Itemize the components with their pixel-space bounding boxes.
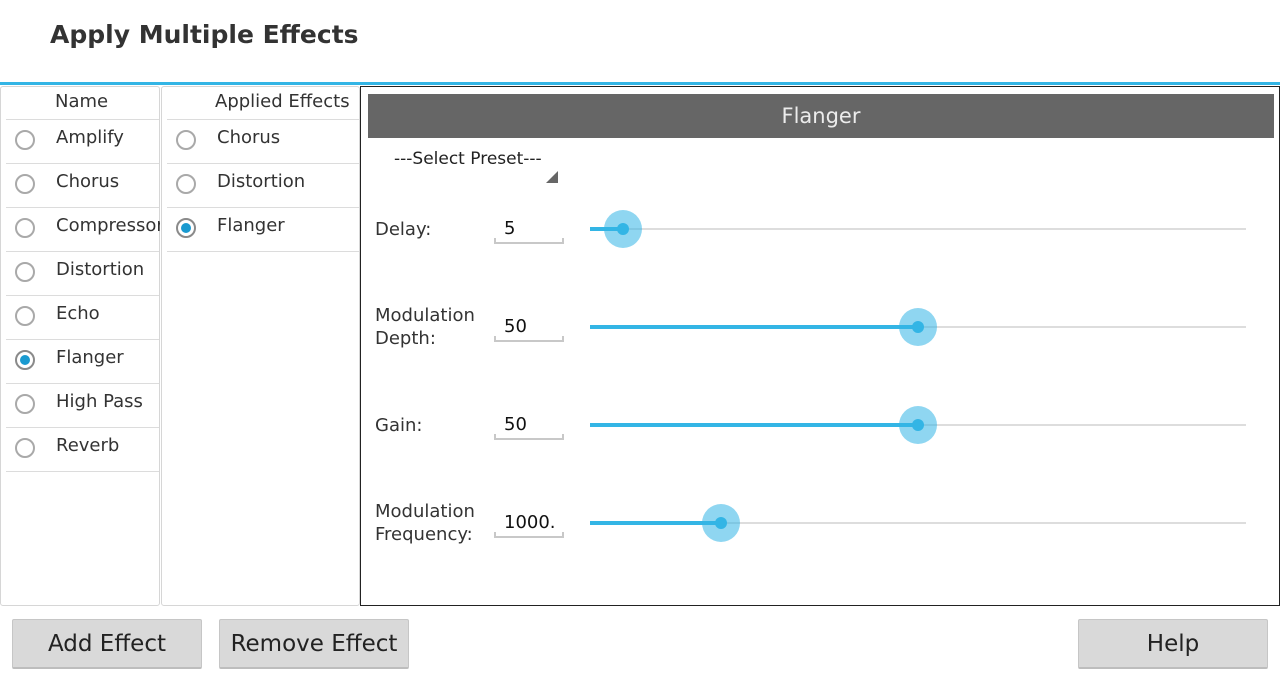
effect-item-echo[interactable]: Echo <box>6 295 159 339</box>
effect-item-chorus[interactable]: Chorus <box>6 163 159 207</box>
radio-button[interactable] <box>15 218 35 238</box>
add-effect-button[interactable]: Add Effect <box>12 619 202 669</box>
effect-item-flanger[interactable]: Flanger <box>6 339 159 383</box>
slider-delay[interactable] <box>590 209 1246 249</box>
effect-item-label: High Pass <box>56 391 143 412</box>
effect-item-reverb[interactable]: Reverb <box>6 427 159 472</box>
title-bar: Apply Multiple Effects <box>0 0 1280 82</box>
slider-gain[interactable] <box>590 405 1246 445</box>
effect-item-label: Distortion <box>56 259 145 280</box>
radio-button[interactable] <box>15 394 35 414</box>
applied-item-label: Flanger <box>217 215 285 236</box>
slider-fill <box>590 325 918 329</box>
effect-item-compressor[interactable]: Compressor <box>6 207 160 251</box>
radio-button[interactable] <box>15 174 35 194</box>
slider-modulation-frequency[interactable] <box>590 503 1246 543</box>
applied-item-label: Chorus <box>217 127 281 148</box>
slider-fill <box>590 423 918 427</box>
slider-thumb[interactable] <box>702 504 741 542</box>
radio-button-checked[interactable] <box>15 350 35 370</box>
param-value: 5 <box>504 218 516 239</box>
param-label-delay: Delay: <box>375 219 432 240</box>
param-value: 50 <box>504 316 527 337</box>
param-value: 1000. <box>504 512 556 533</box>
param-input-delay[interactable]: 5 <box>494 214 564 244</box>
param-input-gain[interactable]: 50 <box>494 410 564 440</box>
radio-button-checked[interactable] <box>176 218 196 238</box>
preset-select[interactable]: ---Select Preset--- <box>394 149 542 169</box>
radio-button[interactable] <box>15 438 35 458</box>
param-label-modulation-depth: Modulation Depth: <box>375 305 475 349</box>
radio-button[interactable] <box>15 130 35 150</box>
param-label-modulation-frequency: Modulation Frequency: <box>375 501 475 545</box>
effect-item-label: Amplify <box>56 127 124 148</box>
applied-item-flanger[interactable]: Flanger <box>167 207 359 252</box>
param-label-gain: Gain: <box>375 415 423 436</box>
effect-item-label: Chorus <box>56 171 120 192</box>
radio-button[interactable] <box>176 130 196 150</box>
effect-item-label: Echo <box>56 303 100 324</box>
effect-item-label: Flanger <box>56 347 124 368</box>
help-button[interactable]: Help <box>1078 619 1268 669</box>
effect-item-distortion[interactable]: Distortion <box>6 251 159 295</box>
slider-track <box>590 228 1246 230</box>
slider-thumb[interactable] <box>603 210 642 248</box>
slider-thumb[interactable] <box>899 406 937 444</box>
effects-list-panel: Name Amplify Chorus Compressor Distortio… <box>0 86 160 606</box>
title-divider <box>0 82 1280 85</box>
slider-thumb[interactable] <box>899 308 937 346</box>
applied-effects-list: Chorus Distortion Flanger <box>162 119 359 252</box>
radio-button[interactable] <box>15 306 35 326</box>
param-input-modulation-frequency[interactable]: 1000. <box>494 508 564 538</box>
param-value: 50 <box>504 414 527 435</box>
applied-item-label: Distortion <box>217 171 306 192</box>
effects-list: Amplify Chorus Compressor Distortion Ech… <box>1 119 160 472</box>
applied-item-distortion[interactable]: Distortion <box>167 163 359 207</box>
radio-button[interactable] <box>15 262 35 282</box>
page-title: Apply Multiple Effects <box>50 20 359 49</box>
effects-list-header: Name <box>55 91 109 112</box>
applied-effects-header: Applied Effects <box>215 91 350 112</box>
applied-item-chorus[interactable]: Chorus <box>167 119 359 163</box>
effect-item-high-pass[interactable]: High Pass <box>6 383 159 427</box>
effect-item-label: Reverb <box>56 435 120 456</box>
effect-settings-panel: Flanger ---Select Preset--- Delay: 5 Mod… <box>360 86 1280 606</box>
effect-item-label: Compressor <box>56 215 160 236</box>
effect-item-amplify[interactable]: Amplify <box>6 119 159 163</box>
slider-modulation-depth[interactable] <box>590 307 1246 347</box>
remove-effect-button[interactable]: Remove Effect <box>219 619 409 669</box>
effect-title: Flanger <box>368 94 1274 138</box>
param-input-modulation-depth[interactable]: 50 <box>494 312 564 342</box>
dropdown-arrow-icon[interactable] <box>546 171 558 183</box>
radio-button[interactable] <box>176 174 196 194</box>
applied-effects-panel: Applied Effects Chorus Distortion Flange… <box>161 86 360 606</box>
